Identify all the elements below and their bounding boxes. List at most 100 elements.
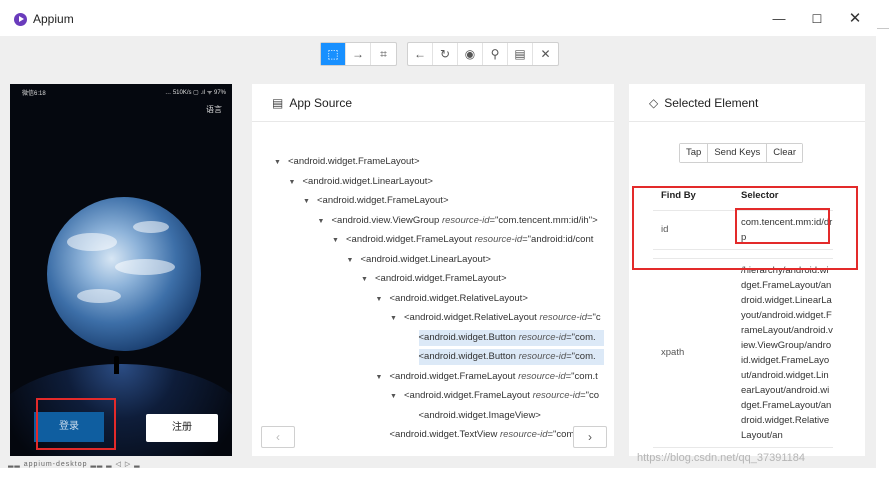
app-source-header: ▤ App Source xyxy=(252,84,614,122)
tree-prev-button[interactable]: ‹ xyxy=(261,426,295,448)
refresh-button[interactable]: ↻ xyxy=(433,43,458,65)
maximize-button[interactable]: ☐ xyxy=(804,8,830,30)
standing-figure xyxy=(114,356,119,374)
tree-node[interactable]: <android.widget.ImageView> xyxy=(419,408,541,424)
caret-down-icon[interactable]: ▼ xyxy=(274,155,288,171)
tree-node[interactable]: ▼ <android.widget.LinearLayout> xyxy=(289,174,433,190)
selected-element-title: Selected Element xyxy=(664,95,759,110)
toolbar-mode-group: ⬚ → ⌗ xyxy=(320,42,397,66)
tree-node-attr: resource-id xyxy=(532,390,581,401)
caret-down-icon[interactable]: ▼ xyxy=(289,175,303,191)
toolbar-actions-group: ← ↻ ◉ ⚲ ▤ ✕ xyxy=(407,42,559,66)
tap-coordinates-icon: ⌗ xyxy=(380,46,387,61)
tree-node-value: ="com.t xyxy=(565,370,598,382)
find-by-cell: xpath xyxy=(653,258,733,448)
tree-node-value: ="android:id/cont xyxy=(522,234,594,245)
selector-table: Find By Selector id com.tencent.mm:id/dr… xyxy=(653,182,833,448)
close-window-button[interactable]: ✕ xyxy=(842,8,868,30)
tree-node-tag: <android.widget.FrameLayout xyxy=(389,370,519,382)
caret-down-icon[interactable]: ▼ xyxy=(390,311,404,327)
caret-down-icon[interactable]: ▼ xyxy=(390,389,404,405)
horizon-image xyxy=(10,364,232,456)
minimize-button[interactable]: — xyxy=(766,8,792,30)
inspector-content: ⬚ → ⌗ ← ↻ ◉ ⚲ ▤ ✕ 微信6:18 … 510K/s ▢ .ıl … xyxy=(0,36,876,468)
earth-image xyxy=(47,197,201,351)
caret-down-icon[interactable]: ▼ xyxy=(361,272,375,288)
selector-cell[interactable] xyxy=(733,249,833,259)
tree-node-value: ="c xyxy=(587,312,601,323)
caret-down-icon[interactable]: ▼ xyxy=(303,194,317,210)
element-actions: Tap Send Keys Clear xyxy=(679,143,803,163)
cloud-shape xyxy=(115,259,175,275)
tap-coordinates-button[interactable]: ⌗ xyxy=(371,43,396,65)
back-button[interactable]: ← xyxy=(408,43,433,65)
tree-node[interactable]: ▼ <android.widget.LinearLayout> xyxy=(347,252,491,268)
tree-node-value: ="com. xyxy=(566,351,596,362)
taskbar-strip: ▂▂ appium-desktop ▂▂ ▂ ◁ ▷ ▂ xyxy=(8,461,141,468)
cloud-shape xyxy=(67,233,117,251)
tap-button[interactable]: Tap xyxy=(680,144,709,162)
tree-node[interactable]: ▼ <android.view.ViewGroup resource-id="co… xyxy=(318,213,598,229)
tree-node-attr: resource-id xyxy=(518,370,566,382)
caret-down-icon[interactable]: ▼ xyxy=(376,370,390,386)
tree-node[interactable]: <android.widget.TextView resource-id="co… xyxy=(390,427,595,443)
copy-xml-button[interactable]: ▤ xyxy=(508,43,533,65)
selector-cell[interactable]: com.tencent.mm:id/drp xyxy=(733,210,833,250)
device-status-time: 微信6:18 xyxy=(22,91,46,97)
find-by-header: Find By xyxy=(653,182,733,211)
device-register-button[interactable]: 注册 xyxy=(146,414,218,442)
selector-cell[interactable]: /hierarchy/android.widget.FrameLayout/an… xyxy=(733,258,833,448)
table-row xyxy=(653,249,833,259)
eye-icon: ◉ xyxy=(464,47,476,61)
tree-node-attr: resource-id xyxy=(518,331,567,343)
tree-node-tag: <android.widget.Button xyxy=(418,351,519,362)
device-login-button[interactable]: 登录 xyxy=(34,412,104,442)
selector-header: Selector xyxy=(733,182,833,211)
watermark-text: https://blog.csdn.net/qq_37391184 xyxy=(637,452,805,464)
tree-node[interactable]: <android.widget.Button resource-id="com. xyxy=(418,329,604,346)
swipe-button[interactable]: → xyxy=(346,43,371,65)
tree-node[interactable]: ▼ <android.widget.RelativeLayout> xyxy=(376,291,528,307)
tree-node[interactable]: ▼ <android.widget.FrameLayout resource-id… xyxy=(390,388,599,404)
table-row: xpath /hierarchy/android.widget.FrameLay… xyxy=(653,258,833,448)
app-source-panel: ▤ App Source ▼ <android.widget.FrameLayou… xyxy=(252,84,614,456)
search-button[interactable]: ⚲ xyxy=(483,43,508,65)
tree-node[interactable]: ▼ <android.widget.FrameLayout resource-id… xyxy=(376,369,598,385)
tree-node[interactable]: ▼ <android.widget.FrameLayout> xyxy=(303,193,449,209)
divider xyxy=(877,28,889,29)
selected-element-header: ◇ Selected Element xyxy=(629,84,865,122)
tree-node-attr: resource-id xyxy=(499,429,548,440)
appium-logo-icon xyxy=(14,13,27,26)
send-keys-button[interactable]: Send Keys xyxy=(708,144,768,162)
caret-down-icon[interactable]: ▼ xyxy=(332,233,346,249)
tree-node-tag: <android.widget.Button xyxy=(418,331,519,343)
tree-node[interactable]: <android.widget.Button resource-id="com. xyxy=(418,349,604,365)
find-by-cell: id xyxy=(653,210,733,250)
tree-node-attr: resource-id xyxy=(441,214,490,226)
cloud-shape xyxy=(133,221,169,233)
caret-down-icon[interactable]: ▼ xyxy=(318,214,332,230)
device-screenshot[interactable]: 微信6:18 … 510K/s ▢ .ıl ᯤ 97% 语言 登录 注册 xyxy=(10,84,232,456)
tree-node-attr: resource-id xyxy=(539,312,587,323)
search-icon: ⚲ xyxy=(490,47,500,61)
tree-next-button[interactable]: › xyxy=(573,426,607,448)
app-title: Appium xyxy=(33,12,74,26)
clear-button[interactable]: Clear xyxy=(767,144,802,162)
select-element-button[interactable]: ⬚ xyxy=(321,43,346,65)
toggle-attributes-button[interactable]: ◉ xyxy=(458,43,483,65)
selected-element-panel: ◇ Selected Element Tap Send Keys Clear F… xyxy=(629,84,865,456)
table-row: id com.tencent.mm:id/drp xyxy=(653,210,833,250)
tree-node[interactable]: ▼ <android.widget.FrameLayout resource-id… xyxy=(332,232,593,248)
back-arrow-icon: ← xyxy=(414,47,426,61)
caret-down-icon[interactable]: ▼ xyxy=(347,253,361,269)
tree-node-tag: <android.widget.RelativeLayout> xyxy=(389,292,528,304)
tree-node-tag: <android.widget.LinearLayout> xyxy=(360,253,491,265)
tree-node[interactable]: ▼ <android.widget.RelativeLayout resource… xyxy=(390,310,601,326)
language-link[interactable]: 语言 xyxy=(206,104,222,115)
tree-node[interactable]: ▼ <android.widget.FrameLayout> xyxy=(361,271,507,287)
tree-node-value: ="com. xyxy=(566,331,596,343)
tree-node-tag: <android.widget.FrameLayout xyxy=(346,234,475,245)
caret-down-icon[interactable]: ▼ xyxy=(376,292,390,308)
quit-session-button[interactable]: ✕ xyxy=(533,43,558,65)
tree-node[interactable]: ▼ <android.widget.FrameLayout> xyxy=(274,154,420,170)
